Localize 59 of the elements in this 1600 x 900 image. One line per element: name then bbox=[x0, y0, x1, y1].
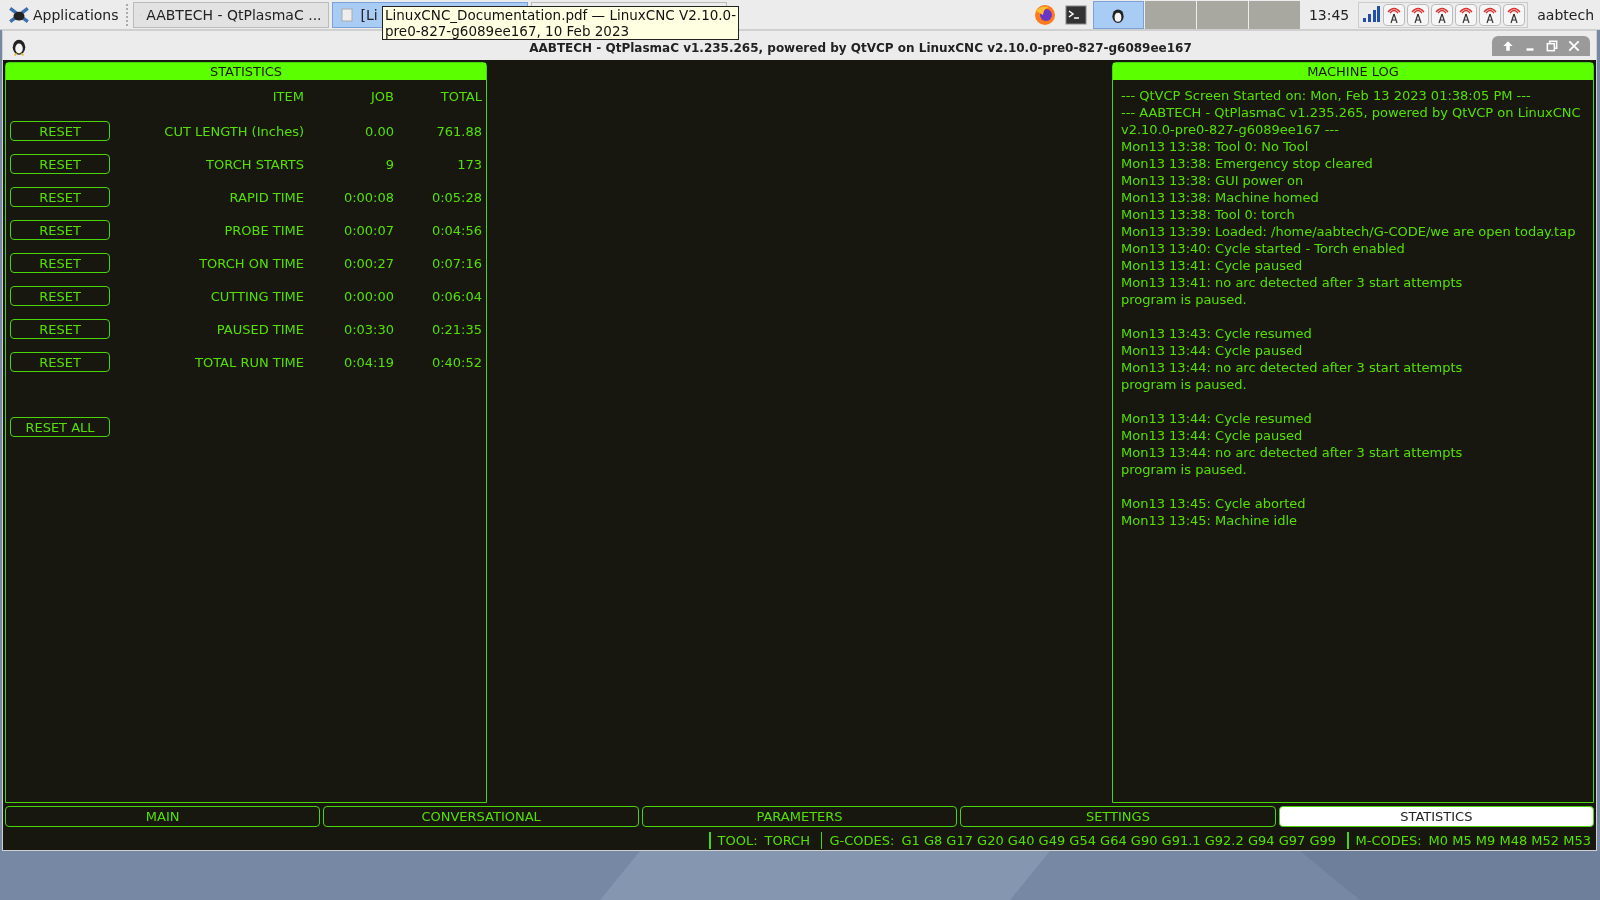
log-line: Mon13 13:43: Cycle resumed bbox=[1121, 325, 1313, 342]
status-value: G1 G8 G17 G20 G40 G49 G54 G64 G90 G91.1 G92.2 G94 G97 G99 bbox=[901, 832, 1336, 848]
stat-value: 9 bbox=[384, 156, 394, 172]
log-line: Mon13 13:38: GUI power on bbox=[1121, 172, 1305, 189]
log-line: Mon13 13:41: Cycle paused bbox=[1121, 257, 1304, 274]
status-label: M-CODES: bbox=[1355, 832, 1422, 848]
stat-label: PROBE TIME bbox=[223, 222, 304, 238]
log-line: program is paused. bbox=[1121, 291, 1248, 308]
log-line: Mon13 13:45: Machine idle bbox=[1121, 512, 1299, 529]
log-line: Mon13 13:38: Emergency stop cleared bbox=[1121, 155, 1374, 172]
stat-value: 0:06:04 bbox=[430, 288, 482, 304]
stat-value: 0:00:00 bbox=[342, 288, 394, 304]
panel-header: STATISTICS bbox=[6, 63, 486, 80]
log-line: --- QtVCP Screen Started on: Mon, Feb 13 2023 01:38:05 PM --- bbox=[1121, 87, 1532, 104]
log-line: program is paused. bbox=[1121, 461, 1248, 478]
log-line: --- AABTECH - QtPlasmaC v1.235.265, powered by QtVCP on LinuxCNC v2.10.0-pre0-827-g6089ee167 --- bbox=[1121, 104, 1582, 138]
window-title: AABTECH - QtPlasmaC v1.235.265, powered by QtVCP on LinuxCNC v2.10.0-pre0-827-g6089ee167 bbox=[528, 40, 1193, 55]
stat-label: PAUSED TIME bbox=[215, 321, 304, 337]
tooltip: LinuxCNC_Documentation.pdf — LinuxCNC V2.10.0- pre0-827-g6089ee167, 10 Feb 2023 bbox=[382, 6, 740, 40]
column-header: JOB bbox=[369, 89, 394, 104]
stat-value: 0.00 bbox=[364, 123, 394, 139]
stat-value: 0:00:08 bbox=[342, 189, 394, 205]
stat-label: RAPID TIME bbox=[228, 189, 304, 205]
log-line: Mon13 13:38: Machine homed bbox=[1121, 189, 1320, 206]
log-line: Mon13 13:41: no arc detected after 3 start attempts bbox=[1121, 274, 1464, 291]
stat-value: 173 bbox=[456, 156, 482, 172]
status-value: M0 M5 M9 M48 M52 M53 bbox=[1428, 832, 1591, 848]
column-header: TOTAL bbox=[439, 89, 482, 104]
stat-label: TORCH STARTS bbox=[205, 156, 304, 172]
column-header: ITEM bbox=[271, 89, 304, 104]
stat-value: 0:04:19 bbox=[342, 354, 394, 370]
stat-value: 0:40:52 bbox=[430, 354, 482, 370]
log-line: Mon13 13:40: Cycle started - Torch enabled bbox=[1121, 240, 1406, 257]
log-line: Mon13 13:45: Cycle aborted bbox=[1121, 495, 1307, 512]
stat-value: 761.88 bbox=[435, 123, 482, 139]
stat-value: 0:00:27 bbox=[342, 255, 394, 271]
status-value: TORCH bbox=[764, 832, 810, 848]
status-label: TOOL: bbox=[717, 832, 758, 848]
stat-value: 0:00:07 bbox=[342, 222, 394, 238]
panel-header: MACHINE LOG bbox=[1113, 63, 1593, 80]
log-line: Mon13 13:44: Cycle resumed bbox=[1121, 410, 1313, 427]
log-line: Mon13 13:38: Tool 0: No Tool bbox=[1121, 138, 1310, 155]
log-line: program is paused. bbox=[1121, 376, 1248, 393]
log-line: Mon13 13:44: Cycle paused bbox=[1121, 427, 1304, 444]
stat-value: 0:05:28 bbox=[430, 189, 482, 205]
log-line: Mon13 13:44: Cycle paused bbox=[1121, 342, 1304, 359]
stat-value: 0:07:16 bbox=[430, 255, 482, 271]
stat-label: CUTTING TIME bbox=[209, 288, 304, 304]
stat-value: 0:04:56 bbox=[430, 222, 482, 238]
log-line: Mon13 13:39: Loaded: /home/aabtech/G-CODE/we are open today.tap bbox=[1121, 223, 1577, 240]
log-line: Mon13 13:44: no arc detected after 3 start attempts bbox=[1121, 359, 1464, 376]
status-label: G-CODES: bbox=[829, 832, 895, 848]
log-line: Mon13 13:38: Tool 0: torch bbox=[1121, 206, 1296, 223]
stat-label: CUT LENGTH (Inches) bbox=[163, 123, 304, 139]
stat-label: TORCH ON TIME bbox=[198, 255, 304, 271]
stat-value: 0:21:35 bbox=[430, 321, 482, 337]
log-line: Mon13 13:44: no arc detected after 3 start attempts bbox=[1121, 444, 1464, 461]
stat-value: 0:03:30 bbox=[342, 321, 394, 337]
stat-label: TOTAL RUN TIME bbox=[194, 354, 304, 370]
